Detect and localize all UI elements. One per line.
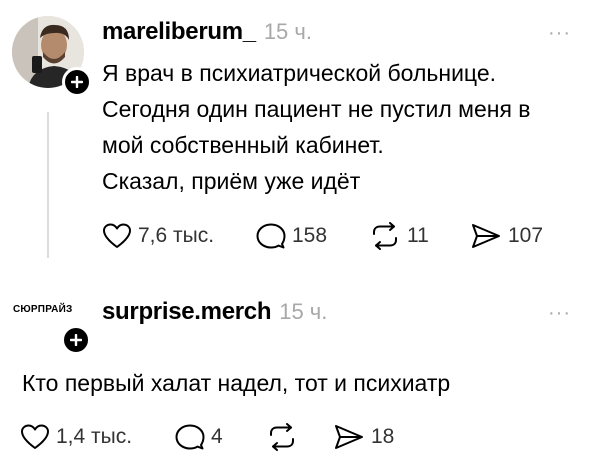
reply-more-button[interactable]: ··· — [548, 302, 571, 325]
heart-icon — [21, 424, 49, 449]
post-text: Я врач в психиатрической больнице. Сегод… — [102, 60, 531, 196]
plus-icon — [71, 76, 83, 88]
post-username[interactable]: mareliberum_ — [102, 18, 256, 46]
post-more-button[interactable]: ··· — [548, 22, 571, 45]
like-button[interactable]: 1,4 тыс. — [20, 423, 132, 451]
like-count: 1,4 тыс. — [56, 425, 133, 448]
heart-icon — [103, 223, 131, 248]
post-text-line: Сегодня один пациент не пустил меня в — [102, 96, 531, 122]
reply-author-avatar[interactable]: СЮРПРАЙЗ — [13, 304, 72, 315]
share-button[interactable]: 107 — [470, 222, 543, 250]
repost-button[interactable]: 11 — [369, 222, 429, 250]
reply-count: 158 — [292, 224, 328, 247]
share-count: 18 — [371, 425, 395, 448]
reply-header: surprise.merch 15 ч. — [102, 298, 327, 326]
plus-icon — [70, 334, 82, 346]
reply-text: Кто первый халат надел, тот и психиатр — [22, 370, 451, 396]
send-icon — [472, 224, 500, 248]
repost-icon — [270, 423, 294, 451]
like-button[interactable]: 7,6 тыс. — [102, 222, 214, 250]
thread-line — [47, 112, 49, 258]
share-button[interactable]: 18 — [333, 423, 394, 451]
reply-button[interactable]: 4 — [175, 423, 223, 451]
post-text-line: Я врач в психиатрической больнице. — [102, 60, 497, 86]
send-icon — [335, 425, 363, 449]
reply-timestamp: 15 ч. — [279, 299, 328, 324]
post-header: mareliberum_ 15 ч. — [102, 18, 312, 46]
repost-button[interactable] — [266, 423, 298, 451]
post-text-line: Сказал, приём уже идёт — [102, 168, 361, 194]
post-timestamp: 15 ч. — [263, 19, 312, 44]
repost-count: 11 — [407, 224, 429, 247]
post-text-line: мой собственный кабинет. — [102, 132, 384, 158]
repost-icon — [373, 222, 397, 250]
share-count: 107 — [508, 224, 544, 247]
follow-button[interactable] — [62, 67, 92, 97]
reply-username[interactable]: surprise.merch — [102, 298, 272, 326]
reply-count: 4 — [211, 425, 223, 448]
reply-button[interactable]: 158 — [256, 222, 327, 250]
like-count: 7,6 тыс. — [138, 224, 215, 247]
follow-button[interactable] — [61, 325, 91, 355]
comment-bubble-icon — [175, 424, 205, 450]
comment-bubble-icon — [256, 223, 286, 249]
